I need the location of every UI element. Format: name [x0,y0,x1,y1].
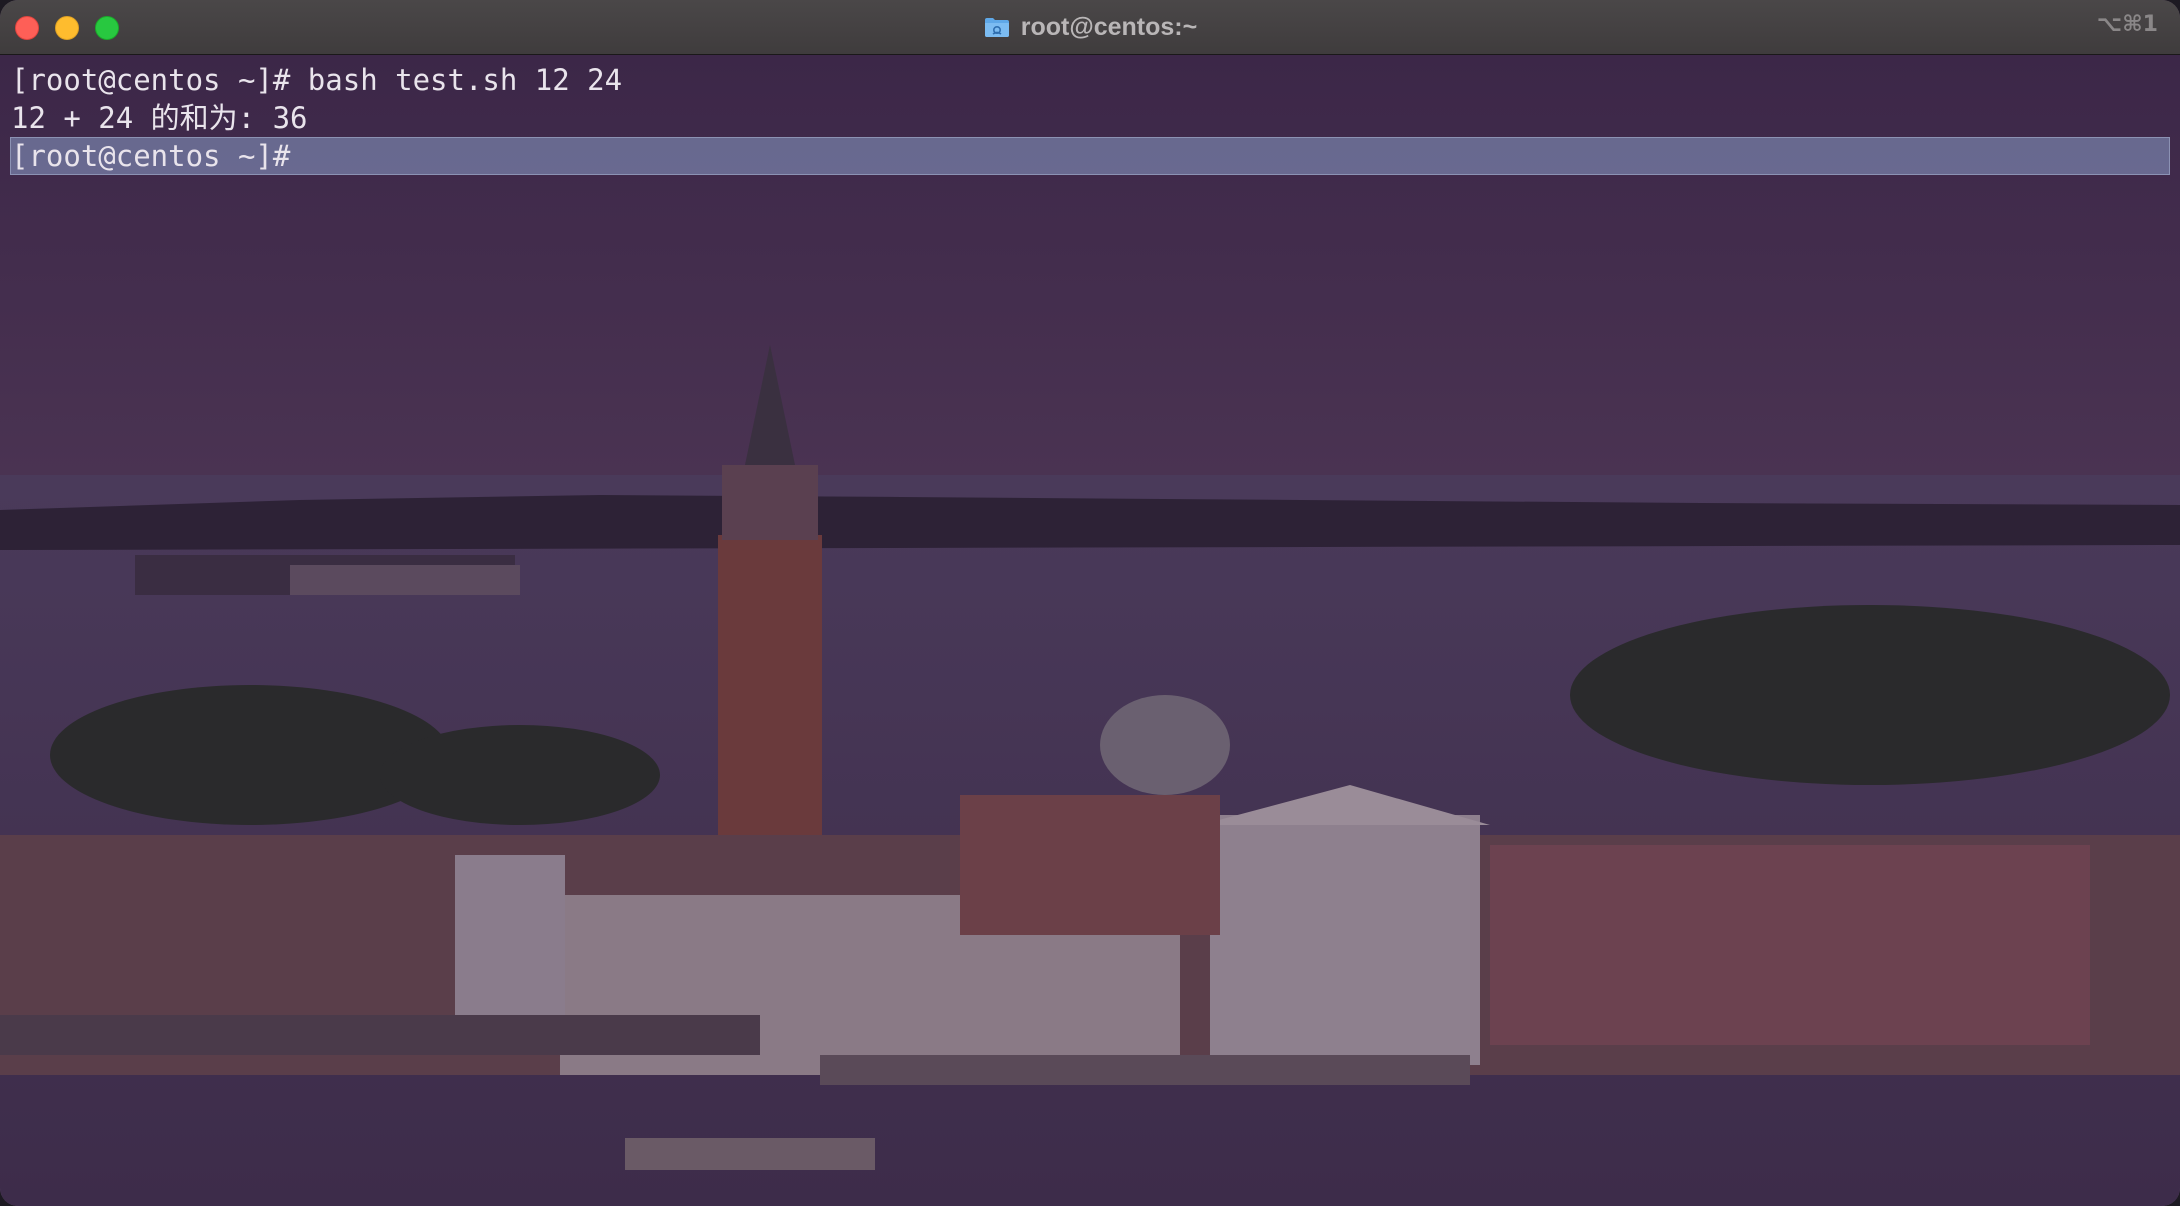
window-title-group: root@centos:~ [0,0,2180,54]
title-bar[interactable]: root@centos:~ ⌥⌘1 [0,0,2180,55]
tab-shortcut-label: ⌥⌘1 [2096,12,2158,37]
terminal-window: root@centos:~ ⌥⌘1 [root@centos ~]# bash … [0,0,2180,1206]
folder-icon [984,18,1009,37]
terminal-line: [root@centos ~]# bash test.sh 12 24 [11,63,623,97]
terminal-line: 12 + 24 的和为: 36 [11,101,308,135]
terminal-prompt-line[interactable]: [root@centos ~]# [10,137,2170,175]
window-title: root@centos:~ [1020,12,1198,41]
terminal-output[interactable]: [root@centos ~]# bash test.sh 12 24 12 +… [0,55,2180,175]
terminal-content[interactable]: [root@centos ~]# bash test.sh 12 24 12 +… [0,55,2180,1206]
background-image [0,55,2180,1206]
